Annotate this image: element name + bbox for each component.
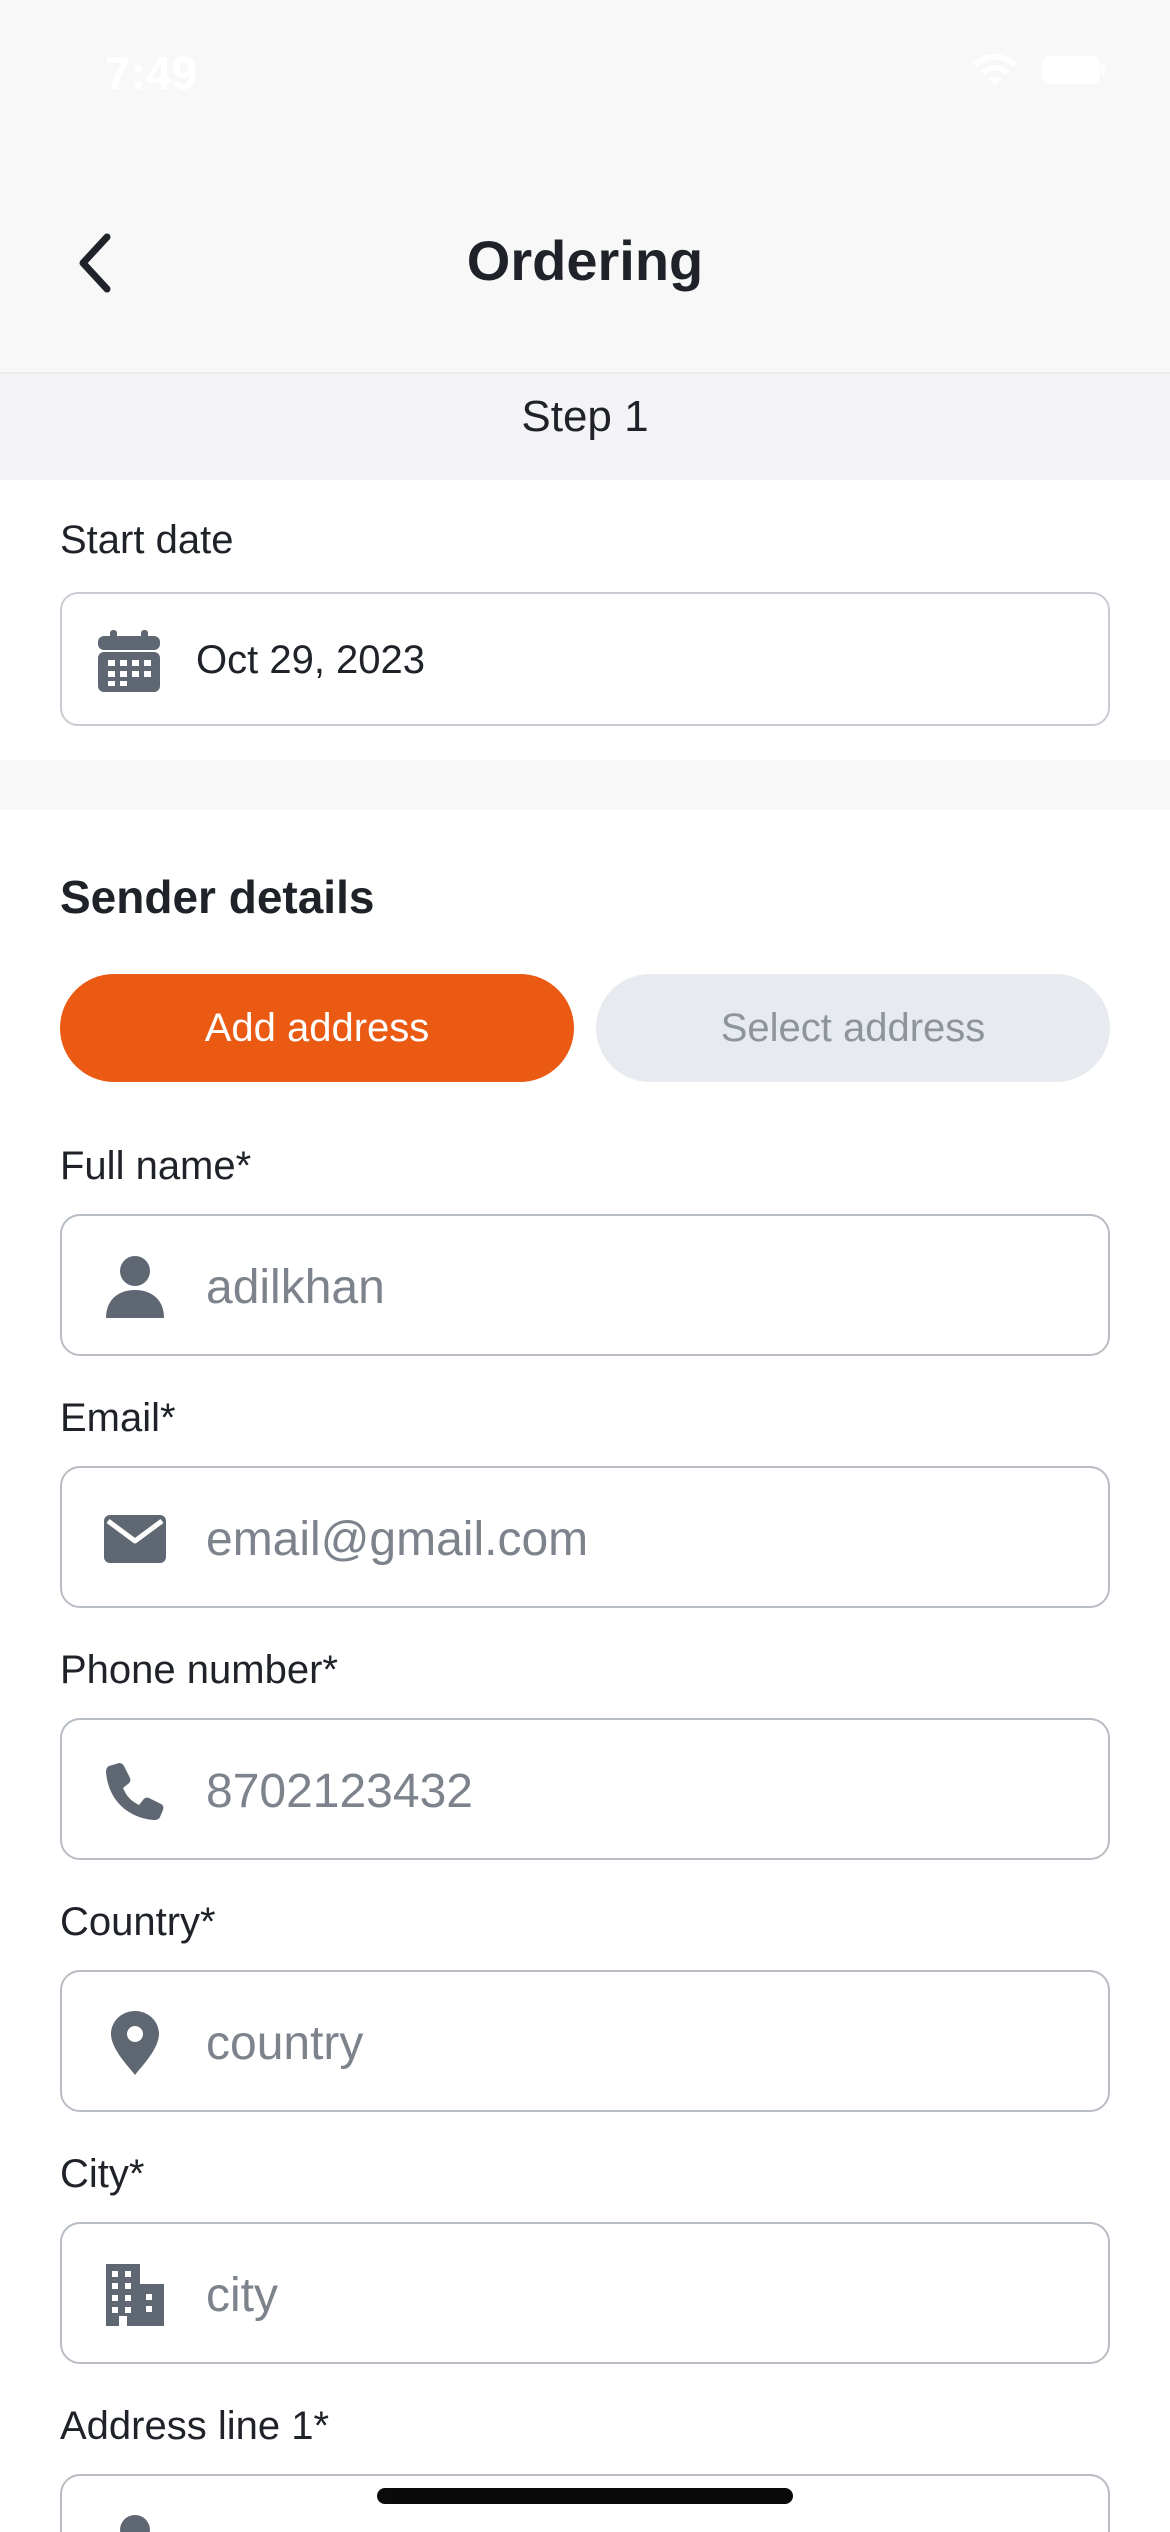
- page-title: Ordering: [466, 229, 704, 292]
- phone-field[interactable]: 8702123432: [60, 1718, 1110, 1860]
- step-label: Step 1: [521, 392, 649, 441]
- wifi-icon: [970, 52, 1020, 88]
- phone-label: Phone number*: [60, 1648, 338, 1692]
- start-date-label: Start date: [60, 518, 234, 562]
- add-address-button[interactable]: Add address: [60, 974, 574, 1082]
- status-bar: 7:49: [0, 0, 1170, 140]
- email-label: Email*: [60, 1396, 176, 1440]
- battery-icon: [1042, 56, 1106, 84]
- city-field[interactable]: city: [60, 2222, 1110, 2364]
- envelope-icon: [102, 1506, 168, 1572]
- city-placeholder: city: [206, 2269, 278, 2322]
- building-icon: [102, 2262, 168, 2328]
- map-pin-icon: [102, 2502, 168, 2532]
- phone-icon: [102, 1758, 168, 1824]
- email-placeholder: email@gmail.com: [206, 1513, 589, 1566]
- email-field[interactable]: email@gmail.com: [60, 1466, 1110, 1608]
- home-indicator: [377, 2488, 793, 2504]
- map-pin-icon: [102, 2010, 168, 2076]
- full-name-field[interactable]: adilkhan: [60, 1214, 1110, 1356]
- status-icons: [970, 52, 1106, 88]
- step-bar: Step 1: [0, 374, 1170, 480]
- section-divider: [0, 760, 1170, 810]
- top-area: 7:49 Ordering: [0, 0, 1170, 372]
- status-time: 7:49: [105, 47, 198, 99]
- person-icon: [102, 1254, 168, 1320]
- city-label: City*: [60, 2152, 145, 2196]
- calendar-icon: [98, 630, 160, 697]
- full-name-label: Full name*: [60, 1144, 252, 1188]
- sender-details-title: Sender details: [60, 871, 375, 923]
- nav-header: Ordering: [0, 190, 1170, 370]
- start-date-field[interactable]: Oct 29, 2023: [60, 592, 1110, 726]
- select-address-button[interactable]: Select address: [596, 974, 1110, 1082]
- phone-value: 8702123432: [206, 1765, 473, 1818]
- address-line1-label: Address line 1*: [60, 2404, 330, 2448]
- country-placeholder: country: [206, 2017, 364, 2070]
- start-date-section: Start date Oct 29, 2023: [0, 480, 1170, 760]
- start-date-value: Oct 29, 2023: [196, 638, 426, 682]
- country-label: Country*: [60, 1900, 216, 1944]
- full-name-value: adilkhan: [206, 1261, 385, 1314]
- country-field[interactable]: country: [60, 1970, 1110, 2112]
